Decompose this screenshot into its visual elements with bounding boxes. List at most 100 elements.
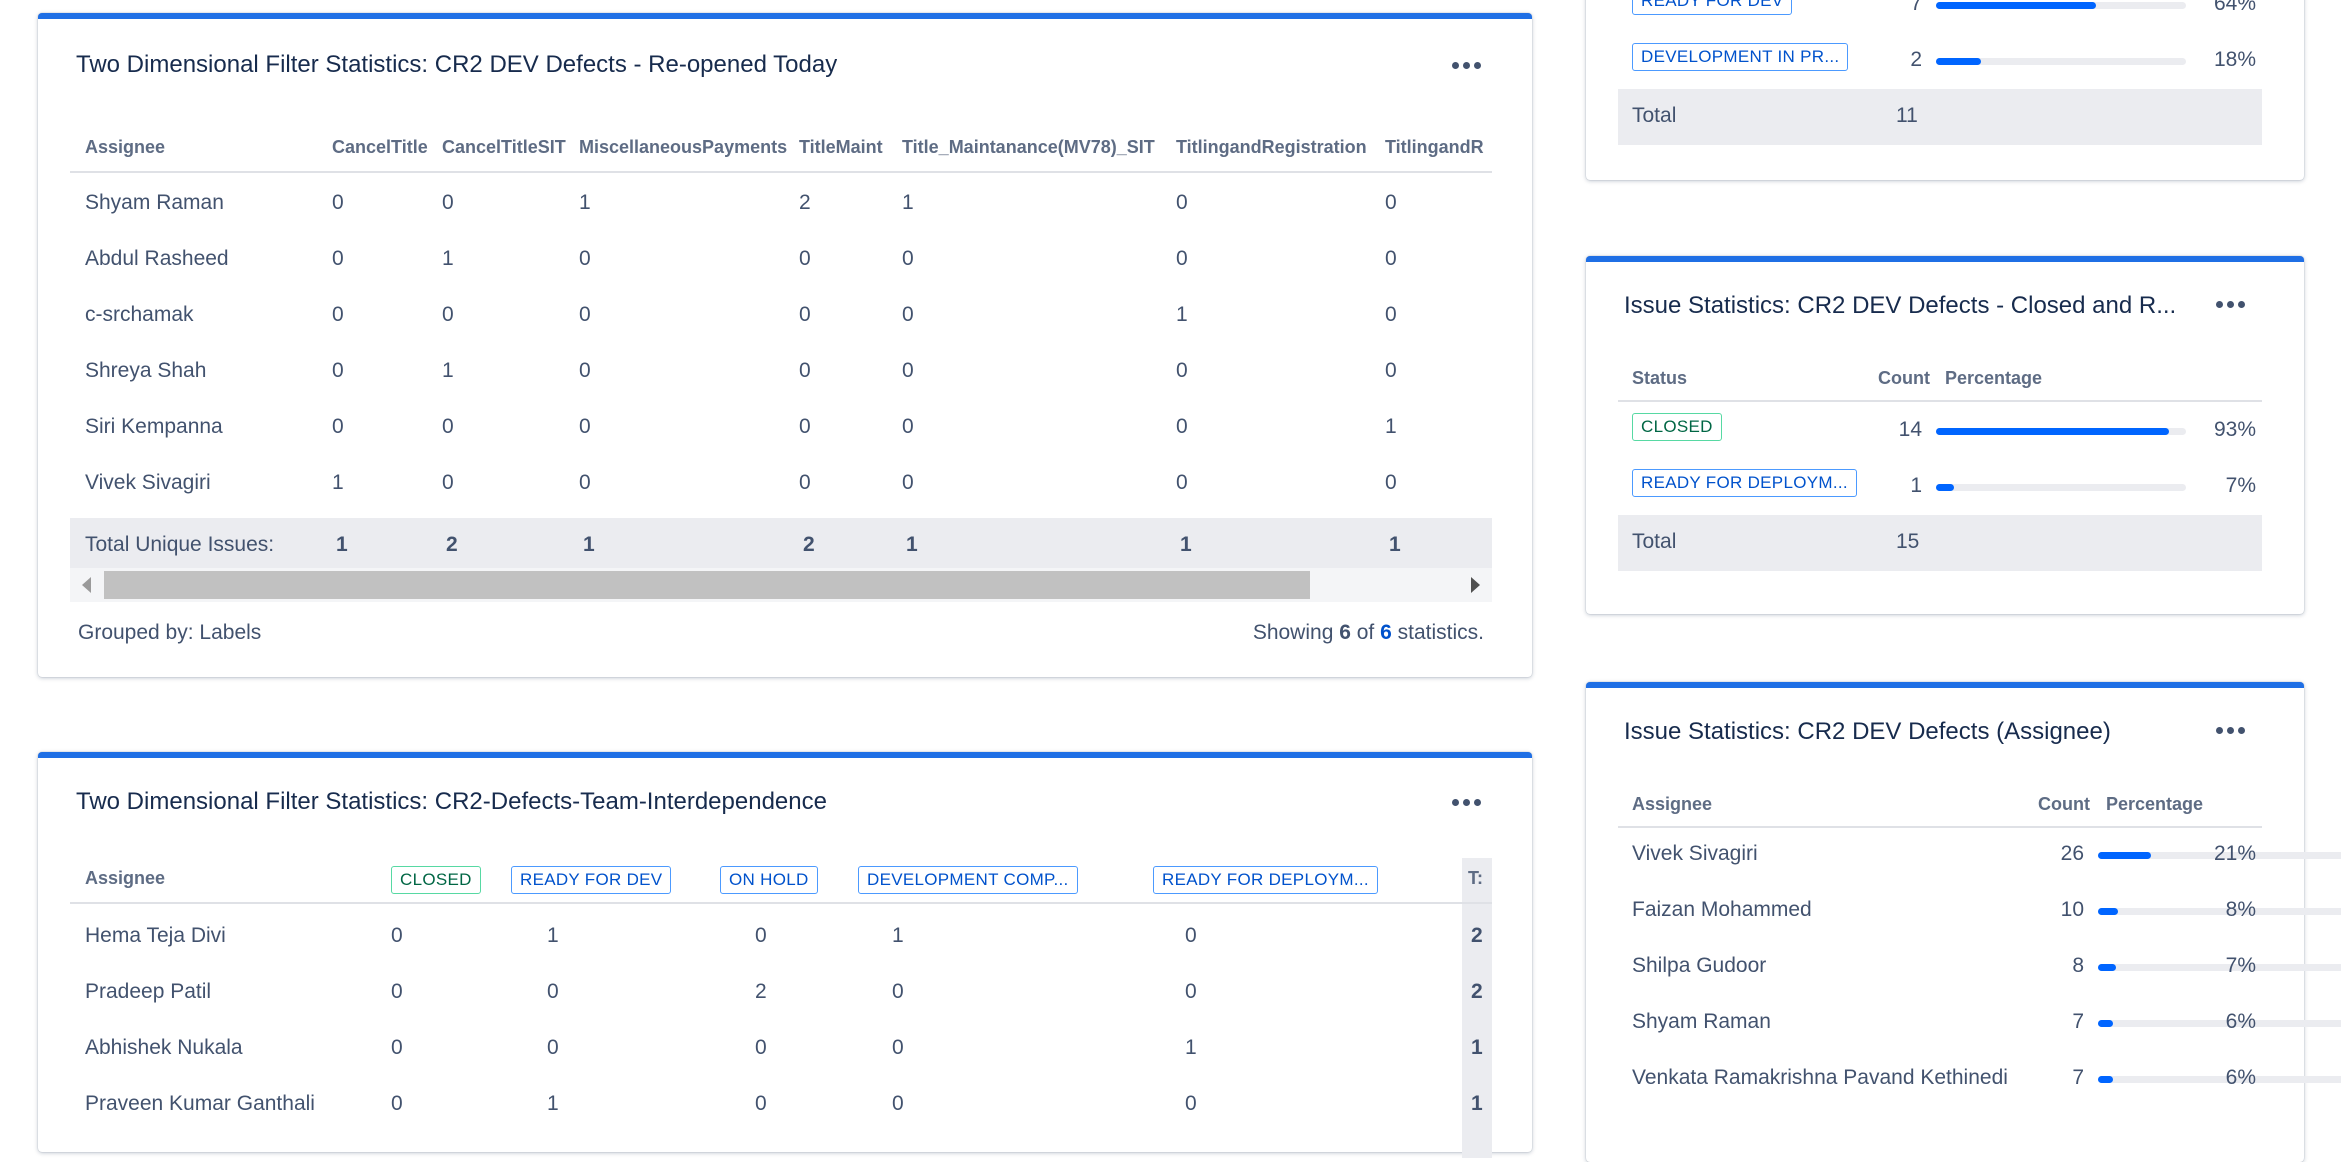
count-cell[interactable]: 0 [391,1036,403,1060]
assignee-name[interactable]: c-srchamak [85,303,194,327]
scroll-right-icon[interactable] [1471,577,1480,593]
row-total-cell[interactable]: 1 [1471,1036,1483,1060]
count-cell[interactable]: 0 [799,247,811,271]
assignee-name[interactable]: Pradeep Patil [85,980,211,1004]
count-cell[interactable]: 0 [1176,191,1188,215]
more-actions-button[interactable] [2208,712,2252,748]
column-header[interactable]: MiscellaneousPayments [579,137,787,158]
count-cell[interactable]: 0 [1185,1092,1197,1116]
status-lozenge[interactable]: CLOSED [1632,413,1722,441]
count-cell[interactable]: 0 [442,471,454,495]
count-cell[interactable]: 0 [442,303,454,327]
count-cell[interactable]: 0 [579,415,591,439]
row-total-cell[interactable]: 1 [1471,1092,1483,1116]
count-cell[interactable]: 1 [547,1092,559,1116]
count-cell[interactable]: 0 [391,980,403,1004]
count-cell[interactable]: 0 [579,471,591,495]
count-cell[interactable]: 0 [332,191,344,215]
count-cell[interactable]: 0 [799,359,811,383]
count-cell[interactable]: 0 [1385,191,1397,215]
total-cell[interactable]: 1 [1180,533,1192,557]
count-cell[interactable]: 0 [547,980,559,1004]
status-lozenge-closed[interactable]: CLOSED [391,866,481,894]
assignee-name[interactable]: Shyam Raman [1632,1010,1771,1034]
row-total-cell[interactable]: 2 [1471,980,1483,1004]
count-cell[interactable]: 0 [1185,980,1197,1004]
count-cell[interactable]: 1 [902,191,914,215]
count-cell[interactable]: 0 [1176,471,1188,495]
count-cell[interactable]: 1 [442,359,454,383]
status-lozenge[interactable]: READY FOR DEPLOYM... [1632,469,1857,497]
count-cell[interactable]: 0 [579,247,591,271]
horizontal-scrollbar[interactable] [70,568,1492,602]
count-cell[interactable]: 0 [799,415,811,439]
count-cell[interactable]: 1 [547,924,559,948]
status-lozenge-on-hold[interactable]: ON HOLD [720,866,818,894]
count-cell[interactable]: 0 [579,359,591,383]
total-cell[interactable]: 2 [803,533,815,557]
column-header-total[interactable]: T: [1468,868,1483,889]
count-cell[interactable]: 0 [391,1092,403,1116]
total-cell[interactable]: 1 [906,533,918,557]
column-header-assignee[interactable]: Assignee [85,868,165,889]
count-cell[interactable]: 0 [1385,303,1397,327]
total-cell[interactable]: 1 [1389,533,1401,557]
count-cell[interactable]: 0 [892,1092,904,1116]
count-cell[interactable]: 0 [902,359,914,383]
more-actions-button[interactable] [1444,784,1488,820]
count-cell[interactable]: 0 [1176,359,1188,383]
total-cell[interactable]: 1 [583,533,595,557]
more-actions-button[interactable] [1444,47,1488,83]
count-cell[interactable]: 0 [442,415,454,439]
row-total-cell[interactable]: 2 [1471,924,1483,948]
assignee-name[interactable]: Hema Teja Divi [85,924,226,948]
count-cell[interactable]: 0 [892,980,904,1004]
count-cell[interactable]: 0 [892,1036,904,1060]
count-cell[interactable]: 0 [902,247,914,271]
count-cell[interactable]: 0 [902,303,914,327]
count-cell[interactable]: 1 [1176,303,1188,327]
count-cell[interactable]: 0 [902,415,914,439]
scrollbar-thumb[interactable] [104,571,1310,599]
count-cell[interactable]: 2 [755,980,767,1004]
more-actions-button[interactable] [2208,286,2252,322]
assignee-name[interactable]: Abdul Rasheed [85,247,229,271]
assignee-name[interactable]: Shilpa Gudoor [1632,954,1766,978]
count-cell[interactable]: 1 [579,191,591,215]
count-cell[interactable]: 1 [1185,1036,1197,1060]
count-cell[interactable]: 0 [332,247,344,271]
column-header[interactable]: CancelTitle [332,137,428,158]
count-cell[interactable]: 0 [332,415,344,439]
count-cell[interactable]: 0 [755,1036,767,1060]
column-header[interactable]: Title_Maintanance(MV78)_SIT [902,137,1155,158]
count-cell[interactable]: 0 [547,1036,559,1060]
count-cell[interactable]: 0 [1176,415,1188,439]
count-cell[interactable]: 1 [442,247,454,271]
column-header[interactable]: TitlingandR [1385,137,1484,158]
count-cell[interactable]: 0 [799,471,811,495]
count-cell[interactable]: 0 [902,471,914,495]
scroll-left-icon[interactable] [82,577,91,593]
assignee-name[interactable]: Shreya Shah [85,359,206,383]
assignee-name[interactable]: Vivek Sivagiri [85,471,211,495]
status-lozenge[interactable]: DEVELOPMENT IN PR... [1632,43,1849,71]
status-lozenge[interactable]: READY FOR DEV [1632,0,1793,15]
column-header[interactable]: TitleMaint [799,137,883,158]
count-cell[interactable]: 2 [799,191,811,215]
assignee-name[interactable]: Vivek Sivagiri [1632,842,1758,866]
count-cell[interactable]: 0 [1385,247,1397,271]
total-cell[interactable]: 2 [446,533,458,557]
count-cell[interactable]: 0 [755,924,767,948]
status-lozenge-development-complete[interactable]: DEVELOPMENT COMP... [858,866,1078,894]
assignee-name[interactable]: Siri Kempanna [85,415,223,439]
count-cell[interactable]: 0 [1185,924,1197,948]
count-cell[interactable]: 1 [332,471,344,495]
count-cell[interactable]: 0 [332,303,344,327]
count-cell[interactable]: 1 [1385,415,1397,439]
assignee-name[interactable]: Venkata Ramakrishna Pavand Kethinedi [1632,1066,2008,1090]
count-cell[interactable]: 0 [799,303,811,327]
column-header-assignee[interactable]: Assignee [85,137,165,158]
status-lozenge-ready-for-dev[interactable]: READY FOR DEV [511,866,672,894]
count-cell[interactable]: 0 [442,191,454,215]
column-header[interactable]: CancelTitleSIT [442,137,566,158]
